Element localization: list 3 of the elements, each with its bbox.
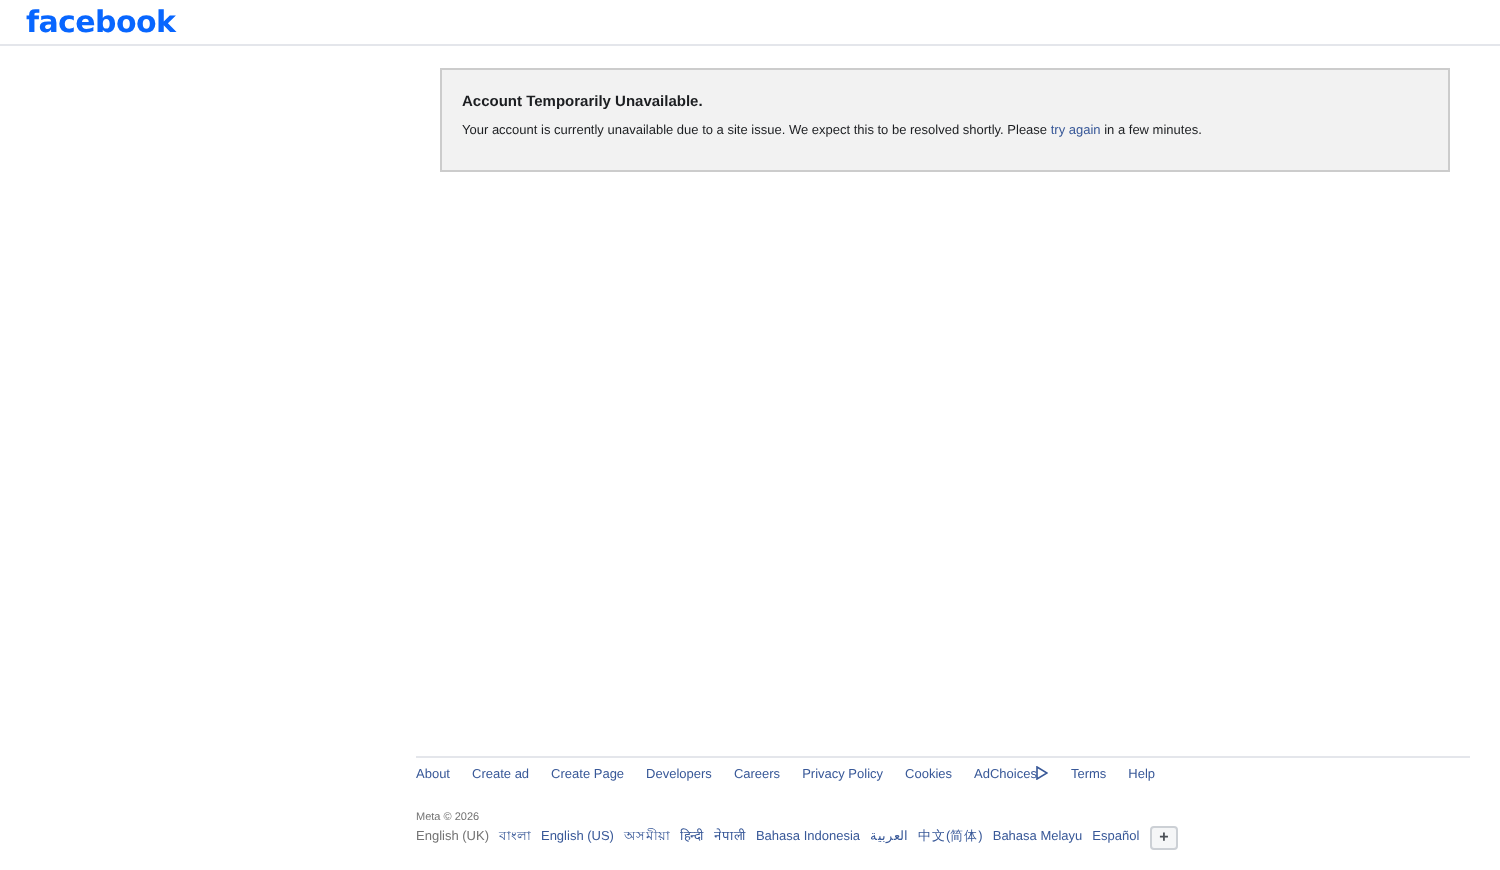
play-triangle-icon[interactable] bbox=[1036, 766, 1049, 780]
facebook-logo[interactable]: facebook bbox=[26, 4, 176, 40]
more-languages-button[interactable]: + bbox=[1149, 826, 1179, 850]
